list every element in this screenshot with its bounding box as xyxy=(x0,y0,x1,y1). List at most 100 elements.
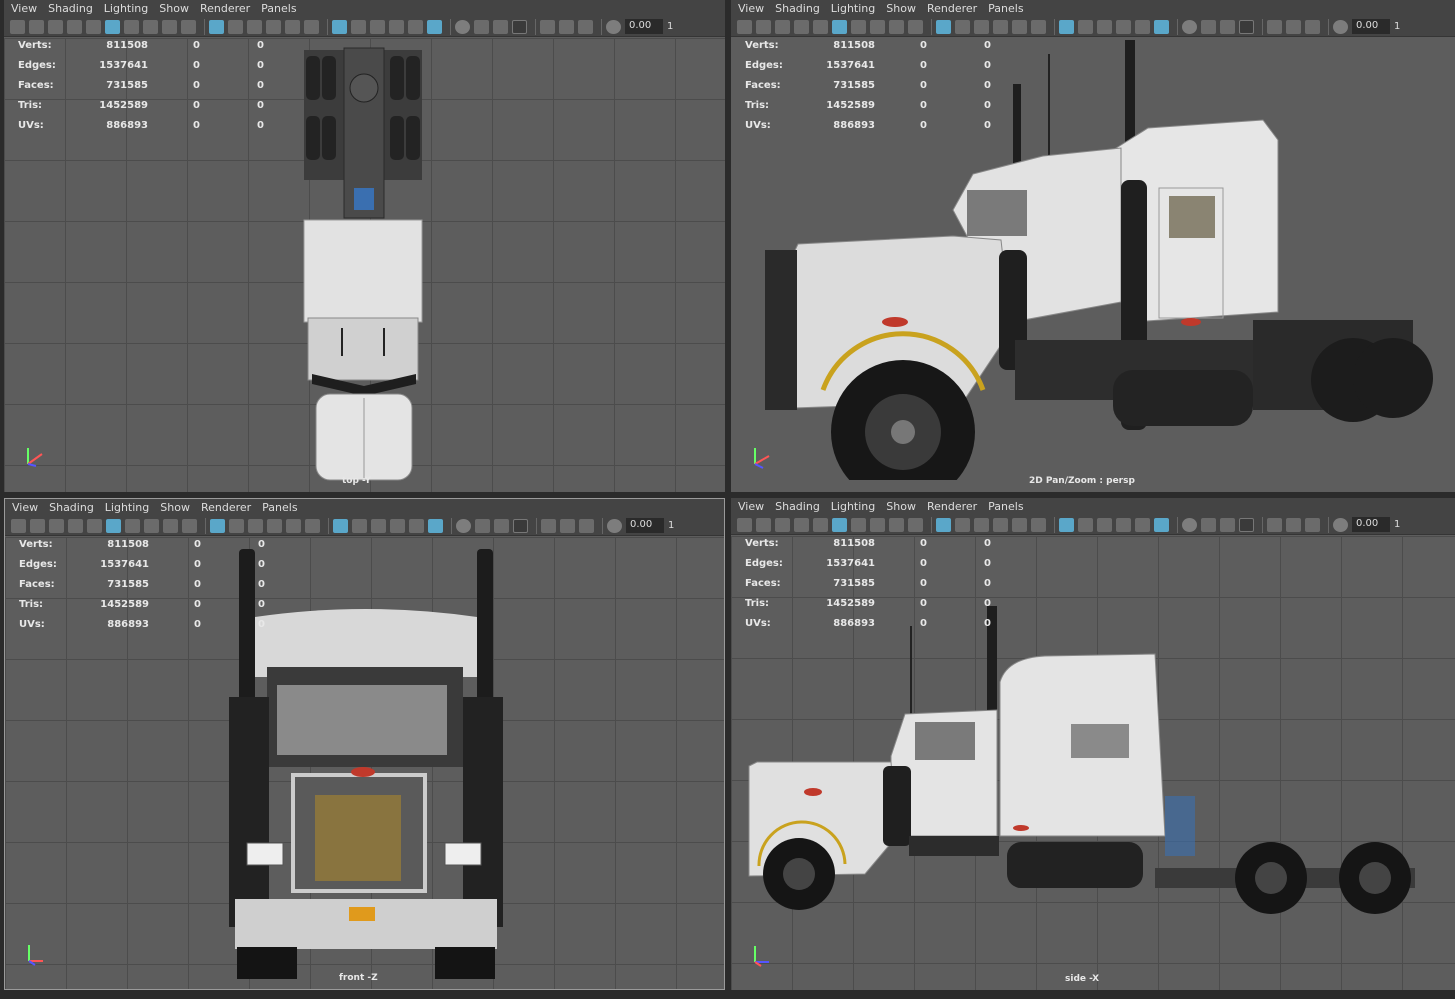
toolbar-icon-2[interactable] xyxy=(49,518,64,533)
toolbar-icon-11[interactable] xyxy=(936,517,951,532)
toolbar-icon-0[interactable] xyxy=(737,19,752,34)
toolbar-icon-30[interactable] xyxy=(541,518,556,533)
toolbar-icon-25[interactable] xyxy=(1182,19,1197,34)
menu-show[interactable]: Show xyxy=(883,498,924,515)
menu-view[interactable]: View xyxy=(9,499,46,516)
toolbar-icon-28[interactable] xyxy=(513,518,528,533)
menu-view[interactable]: View xyxy=(735,0,772,17)
toolbar-icon-7[interactable] xyxy=(144,518,159,533)
toolbar-icon-12[interactable] xyxy=(228,19,243,34)
toolbar-icon-21[interactable] xyxy=(1116,19,1131,34)
toolbar-icon-30[interactable] xyxy=(540,19,555,34)
toolbar-icon-27[interactable] xyxy=(1220,517,1235,532)
menu-shading[interactable]: Shading xyxy=(46,499,102,516)
toolbar-icon-21[interactable] xyxy=(390,518,405,533)
toolbar-icon-23[interactable] xyxy=(1154,517,1169,532)
toolbar-icon-13[interactable] xyxy=(974,517,989,532)
toolbar-icon-4[interactable] xyxy=(813,517,828,532)
toolbar-icon-34[interactable] xyxy=(607,518,622,533)
toolbar-icon-14[interactable] xyxy=(993,19,1008,34)
toolbar-icon-15[interactable] xyxy=(286,518,301,533)
toolbar-icon-26[interactable] xyxy=(474,19,489,34)
menu-view[interactable]: View xyxy=(8,0,45,17)
toolbar-icon-4[interactable] xyxy=(86,19,101,34)
menu-lighting[interactable]: Lighting xyxy=(828,498,883,515)
toolbar-icon-14[interactable] xyxy=(993,517,1008,532)
toolbar-icon-32[interactable] xyxy=(579,518,594,533)
toolbar-icon-32[interactable] xyxy=(1305,19,1320,34)
toolbar-icon-23[interactable] xyxy=(1154,19,1169,34)
viewport-side[interactable]: View Shading Lighting Show Renderer Pane… xyxy=(731,498,1455,990)
toolbar-icon-12[interactable] xyxy=(955,19,970,34)
toolbar-icon-8[interactable] xyxy=(163,518,178,533)
toolbar-icon-22[interactable] xyxy=(408,19,423,34)
toolbar-icon-9[interactable] xyxy=(908,19,923,34)
toolbar-icon-5[interactable] xyxy=(105,19,120,34)
toolbar-icon-16[interactable] xyxy=(1031,517,1046,532)
exposure-value-field[interactable]: 0.00 xyxy=(625,19,663,34)
menu-lighting[interactable]: Lighting xyxy=(102,499,157,516)
toolbar-icon-4[interactable] xyxy=(813,19,828,34)
toolbar-icon-18[interactable] xyxy=(333,518,348,533)
toolbar-icon-7[interactable] xyxy=(143,19,158,34)
toolbar-icon-25[interactable] xyxy=(455,19,470,34)
menu-panels[interactable]: Panels xyxy=(259,499,305,516)
toolbar-icon-31[interactable] xyxy=(1286,517,1301,532)
gamma-value-field[interactable]: 1 xyxy=(1394,519,1400,530)
toolbar-icon-19[interactable] xyxy=(352,518,367,533)
toolbar-icon-34[interactable] xyxy=(606,19,621,34)
toolbar-icon-18[interactable] xyxy=(1059,19,1074,34)
toolbar-icon-20[interactable] xyxy=(1097,19,1112,34)
menu-show[interactable]: Show xyxy=(157,499,198,516)
toolbar-icon-11[interactable] xyxy=(210,518,225,533)
toolbar-icon-9[interactable] xyxy=(182,518,197,533)
toolbar-icon-30[interactable] xyxy=(1267,517,1282,532)
toolbar-icon-15[interactable] xyxy=(1012,517,1027,532)
gamma-value-field[interactable]: 1 xyxy=(667,21,673,32)
toolbar-icon-2[interactable] xyxy=(775,517,790,532)
toolbar-icon-32[interactable] xyxy=(578,19,593,34)
menu-renderer[interactable]: Renderer xyxy=(197,0,258,17)
toolbar-icon-8[interactable] xyxy=(889,517,904,532)
toolbar-icon-22[interactable] xyxy=(409,518,424,533)
toolbar-icon-34[interactable] xyxy=(1333,517,1348,532)
toolbar-icon-15[interactable] xyxy=(285,19,300,34)
exposure-value-field[interactable]: 0.00 xyxy=(1352,19,1390,34)
toolbar-icon-7[interactable] xyxy=(870,19,885,34)
toolbar-icon-15[interactable] xyxy=(1012,19,1027,34)
toolbar-icon-20[interactable] xyxy=(370,19,385,34)
exposure-value-field[interactable]: 0.00 xyxy=(1352,517,1390,532)
toolbar-icon-20[interactable] xyxy=(371,518,386,533)
toolbar-icon-0[interactable] xyxy=(11,518,26,533)
toolbar-icon-19[interactable] xyxy=(351,19,366,34)
toolbar-icon-1[interactable] xyxy=(29,19,44,34)
toolbar-icon-9[interactable] xyxy=(908,517,923,532)
toolbar-icon-19[interactable] xyxy=(1078,517,1093,532)
toolbar-icon-25[interactable] xyxy=(1182,517,1197,532)
toolbar-icon-34[interactable] xyxy=(1333,19,1348,34)
toolbar-icon-0[interactable] xyxy=(10,19,25,34)
toolbar-icon-8[interactable] xyxy=(889,19,904,34)
toolbar-icon-28[interactable] xyxy=(1239,19,1254,34)
toolbar-icon-4[interactable] xyxy=(87,518,102,533)
toolbar-icon-13[interactable] xyxy=(248,518,263,533)
toolbar-icon-13[interactable] xyxy=(974,19,989,34)
toolbar-icon-14[interactable] xyxy=(267,518,282,533)
toolbar-icon-31[interactable] xyxy=(560,518,575,533)
toolbar-icon-22[interactable] xyxy=(1135,517,1150,532)
menu-lighting[interactable]: Lighting xyxy=(101,0,156,17)
toolbar-icon-22[interactable] xyxy=(1135,19,1150,34)
toolbar-icon-12[interactable] xyxy=(955,517,970,532)
toolbar-icon-1[interactable] xyxy=(756,517,771,532)
toolbar-icon-5[interactable] xyxy=(832,517,847,532)
menu-panels[interactable]: Panels xyxy=(985,498,1031,515)
toolbar-icon-0[interactable] xyxy=(737,517,752,532)
menu-renderer[interactable]: Renderer xyxy=(924,498,985,515)
toolbar-icon-27[interactable] xyxy=(493,19,508,34)
menu-shading[interactable]: Shading xyxy=(772,0,828,17)
toolbar-icon-31[interactable] xyxy=(559,19,574,34)
toolbar-icon-2[interactable] xyxy=(775,19,790,34)
toolbar-icon-18[interactable] xyxy=(1059,517,1074,532)
toolbar-icon-1[interactable] xyxy=(756,19,771,34)
menu-panels[interactable]: Panels xyxy=(985,0,1031,17)
